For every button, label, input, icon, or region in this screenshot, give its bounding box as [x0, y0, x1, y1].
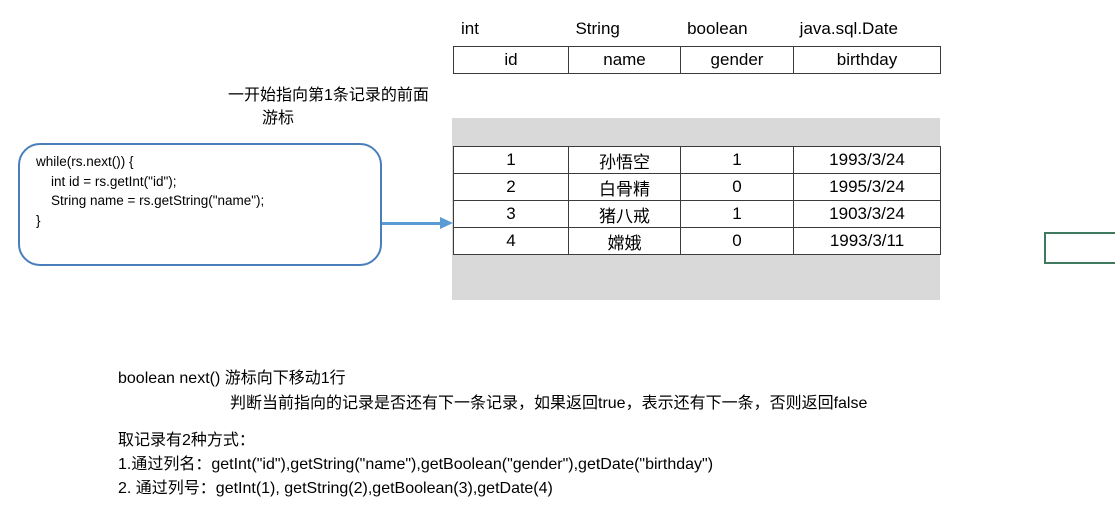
- green-callout-box: [1044, 232, 1115, 264]
- table-row: 3 猪八戒 1 1903/3/24: [453, 200, 941, 228]
- java-type-name: String: [575, 19, 620, 38]
- cursor-label-annotation: 游标: [262, 110, 295, 127]
- cell-gender: 1: [680, 146, 794, 174]
- connector-arrow-line: [382, 222, 442, 225]
- cell-id: 3: [453, 200, 569, 228]
- cell-name: 孙悟空: [568, 146, 681, 174]
- column-header-birthday: birthday: [793, 46, 941, 74]
- cell-birthday: 1993/3/24: [793, 146, 941, 174]
- cell-gender: 1: [680, 200, 794, 228]
- connector-arrow-head-icon: [440, 217, 453, 229]
- code-snippet: while(rs.next()) { int id = rs.getInt("i…: [36, 154, 265, 228]
- note-next-method: boolean next() 游标向下移动1行: [118, 370, 346, 387]
- java-type-gender: boolean: [687, 19, 748, 38]
- java-type-birthday: java.sql.Date: [799, 19, 898, 38]
- column-header-gender: gender: [680, 46, 794, 74]
- note-by-column-index: 2. 通过列号：getInt(1), getString(2),getBoole…: [118, 480, 553, 497]
- cell-name: 猪八戒: [568, 200, 681, 228]
- table-row: 1 孙悟空 1 1993/3/24: [453, 146, 941, 174]
- column-header-name: name: [568, 46, 681, 74]
- cell-name: 白骨精: [568, 173, 681, 201]
- cell-gender: 0: [680, 227, 794, 255]
- column-header-id: id: [453, 46, 569, 74]
- note-next-description: 判断当前指向的记录是否还有下一条记录，如果返回true，表示还有下一条，否则返回…: [230, 395, 868, 412]
- cell-birthday: 1903/3/24: [793, 200, 941, 228]
- diagram-canvas: int String boolean java.sql.Date id name…: [0, 0, 1115, 523]
- table-row: 4 嫦娥 0 1993/3/11: [453, 227, 941, 255]
- resultset-body-table: 1 孙悟空 1 1993/3/24 2 白骨精 0 1995/3/24 3 猪八…: [453, 146, 941, 255]
- cursor-position-annotation: 一开始指向第1条记录的前面: [228, 87, 429, 104]
- table-row: 2 白骨精 0 1995/3/24: [453, 173, 941, 201]
- note-by-column-name: 1.通过列名：getInt("id"),getString("name"),ge…: [118, 456, 714, 473]
- cell-name: 嫦娥: [568, 227, 681, 255]
- java-type-label-row: int String boolean java.sql.Date: [453, 16, 936, 42]
- note-retrieval-heading: 取记录有2种方式：: [118, 432, 255, 449]
- resultset-header-table: id name gender birthday: [453, 46, 941, 74]
- java-type-id: int: [461, 19, 479, 38]
- cell-birthday: 1993/3/11: [793, 227, 941, 255]
- cell-id: 1: [453, 146, 569, 174]
- cell-birthday: 1995/3/24: [793, 173, 941, 201]
- cell-gender: 0: [680, 173, 794, 201]
- table-header-row: id name gender birthday: [453, 46, 941, 74]
- cell-id: 2: [453, 173, 569, 201]
- cell-id: 4: [453, 227, 569, 255]
